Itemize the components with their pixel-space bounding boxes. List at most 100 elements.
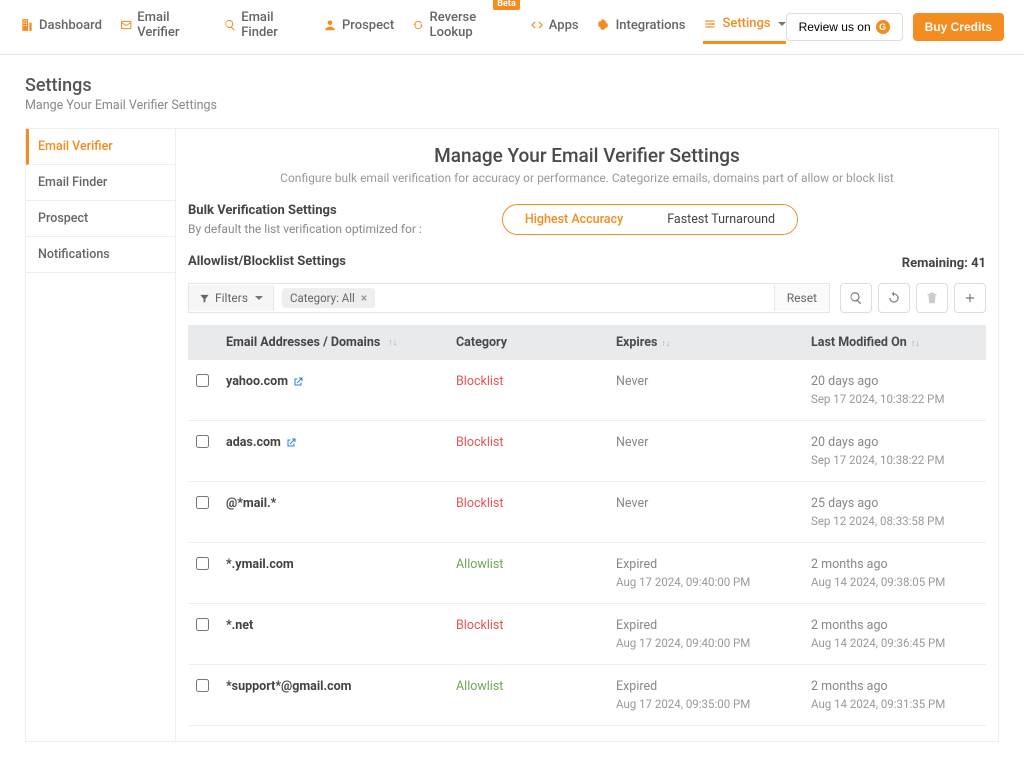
reset-button[interactable]: Reset xyxy=(774,285,829,311)
cell-category: Blocklist xyxy=(456,496,616,511)
row-checkbox[interactable] xyxy=(196,374,209,387)
sort-icon: ↑↓ xyxy=(911,339,920,349)
review-label: Review us on xyxy=(799,20,871,34)
settings-icon xyxy=(703,17,717,31)
content-description: Configure bulk email verification for ac… xyxy=(188,171,986,185)
caret-down-icon xyxy=(255,296,263,300)
cell-email: *.ymail.com xyxy=(226,557,456,572)
main-row: Email Verifier Email Finder Prospect Not… xyxy=(25,128,999,742)
row-checkbox[interactable] xyxy=(196,618,209,631)
envelope-icon xyxy=(120,18,132,32)
cell-email: @*mail.* xyxy=(226,496,456,511)
container: Settings Mange Your Email Verifier Setti… xyxy=(0,55,1024,762)
nav-label: Reverse Lookup xyxy=(430,10,512,40)
sidebar-item-email-finder[interactable]: Email Finder xyxy=(26,165,175,201)
modified-timestamp: Aug 14 2024, 09:36:45 PM xyxy=(811,636,978,650)
nav-prospect[interactable]: Prospect xyxy=(323,10,394,44)
table-header: Email Addresses / Domains↑↓ Category Exp… xyxy=(188,325,986,360)
search-button[interactable] xyxy=(840,283,872,313)
users-icon xyxy=(323,18,337,32)
content-title: Manage Your Email Verifier Settings xyxy=(188,144,986,167)
nav-dashboard[interactable]: Dashboard xyxy=(20,10,102,44)
bulk-title: Bulk Verification Settings xyxy=(188,203,422,218)
cell-email: *support*@gmail.com xyxy=(226,679,456,694)
modified-timestamp: Sep 17 2024, 10:38:22 PM xyxy=(811,392,978,406)
add-button[interactable] xyxy=(954,283,986,313)
expires-timestamp: Aug 17 2024, 09:35:00 PM xyxy=(616,697,811,711)
cell-email: yahoo.com xyxy=(226,374,456,389)
nav-label: Settings xyxy=(722,16,770,31)
table-row: *.ymail.comAllowlistExpiredAug 17 2024, … xyxy=(188,543,986,604)
chip-container: Category: All × xyxy=(274,284,774,312)
cell-email: *.net xyxy=(226,618,456,633)
modified-timestamp: Sep 17 2024, 10:38:22 PM xyxy=(811,453,978,467)
toggle-fastest-turnaround[interactable]: Fastest Turnaround xyxy=(645,204,798,235)
review-button[interactable]: Review us on G xyxy=(786,13,903,41)
sort-icon: ↑↓ xyxy=(388,337,397,348)
nav-label: Email Verifier xyxy=(137,10,206,40)
header-checkbox xyxy=(196,335,226,350)
sidebar-item-email-verifier[interactable]: Email Verifier xyxy=(26,129,175,165)
page-title: Settings xyxy=(25,75,999,96)
nav-email-finder[interactable]: Email Finder xyxy=(224,10,305,44)
cell-modified: 2 months agoAug 14 2024, 09:36:45 PM xyxy=(811,618,978,650)
modified-timestamp: Aug 14 2024, 09:38:05 PM xyxy=(811,575,978,589)
cell-email: adas.com xyxy=(226,435,456,450)
row-checkbox[interactable] xyxy=(196,435,209,448)
table-row: @*mail.*BlocklistNever25 days agoSep 12 … xyxy=(188,482,986,543)
filters-button[interactable]: Filters xyxy=(189,285,274,311)
sidebar-item-prospect[interactable]: Prospect xyxy=(26,201,175,237)
building-icon xyxy=(20,18,34,32)
bulk-text: Bulk Verification Settings By default th… xyxy=(188,203,422,236)
sidebar-item-notifications[interactable]: Notifications xyxy=(26,237,175,273)
nav-integrations[interactable]: Integrations xyxy=(597,10,686,44)
buy-credits-button[interactable]: Buy Credits xyxy=(913,13,1004,41)
row-checkbox[interactable] xyxy=(196,679,209,692)
settings-sidebar: Email Verifier Email Finder Prospect Not… xyxy=(26,129,176,741)
cell-category: Allowlist xyxy=(456,679,616,694)
allowlist-title: Allowlist/Blocklist Settings xyxy=(188,254,346,269)
nav-label: Dashboard xyxy=(39,18,102,33)
refresh-button[interactable] xyxy=(878,283,910,313)
cell-category: Allowlist xyxy=(456,557,616,572)
toolbar-right xyxy=(834,283,986,313)
nav-settings[interactable]: Settings xyxy=(703,10,785,44)
filter-chip-category: Category: All × xyxy=(282,288,375,308)
header-modified[interactable]: Last Modified On↑↓ xyxy=(811,335,978,350)
nav-label: Apps xyxy=(549,18,579,33)
integration-icon xyxy=(597,18,611,32)
cell-expires: ExpiredAug 17 2024, 09:40:00 PM xyxy=(616,557,811,589)
cell-modified: 20 days agoSep 17 2024, 10:38:22 PM xyxy=(811,374,978,406)
table-row: adas.comBlocklistNever20 days agoSep 17 … xyxy=(188,421,986,482)
toggle-highest-accuracy[interactable]: Highest Accuracy xyxy=(503,205,645,234)
nav-email-verifier[interactable]: Email Verifier xyxy=(120,10,206,44)
header-email[interactable]: Email Addresses / Domains↑↓ xyxy=(226,335,456,350)
trash-icon xyxy=(925,291,939,305)
nav-apps[interactable]: Apps xyxy=(530,10,579,44)
nav-label: Prospect xyxy=(342,18,394,33)
external-link-icon[interactable] xyxy=(285,437,297,449)
row-checkbox[interactable] xyxy=(196,496,209,509)
external-link-icon[interactable] xyxy=(292,376,304,388)
cell-expires: ExpiredAug 17 2024, 09:35:00 PM xyxy=(616,679,811,711)
nav-reverse-lookup[interactable]: Reverse Lookup Beta xyxy=(412,10,512,44)
nav-right: Review us on G Buy Credits xyxy=(786,13,1004,41)
modified-timestamp: Sep 12 2024, 08:33:58 PM xyxy=(811,514,978,528)
cell-category: Blocklist xyxy=(456,618,616,633)
search-icon xyxy=(849,291,863,305)
cell-expires: ExpiredAug 17 2024, 09:40:00 PM xyxy=(616,618,811,650)
row-checkbox[interactable] xyxy=(196,557,209,570)
cell-modified: 2 months agoAug 14 2024, 09:31:35 PM xyxy=(811,679,978,711)
header-category[interactable]: Category xyxy=(456,335,616,350)
header-expires[interactable]: Expires↑↓ xyxy=(616,335,811,350)
cell-modified: 20 days agoSep 17 2024, 10:38:22 PM xyxy=(811,435,978,467)
table-body: yahoo.comBlocklistNever20 days agoSep 17… xyxy=(188,360,986,726)
filter-icon xyxy=(199,293,210,304)
cell-expires: Never xyxy=(616,496,811,511)
delete-button[interactable] xyxy=(916,283,948,313)
page-subtitle: Mange Your Email Verifier Settings xyxy=(25,98,999,113)
table-row: yahoo.comBlocklistNever20 days agoSep 17… xyxy=(188,360,986,421)
allowlist-table: Email Addresses / Domains↑↓ Category Exp… xyxy=(188,325,986,726)
allowlist-header-row: Allowlist/Blocklist Settings Remaining: … xyxy=(188,254,986,273)
chip-remove-icon[interactable]: × xyxy=(361,291,367,305)
